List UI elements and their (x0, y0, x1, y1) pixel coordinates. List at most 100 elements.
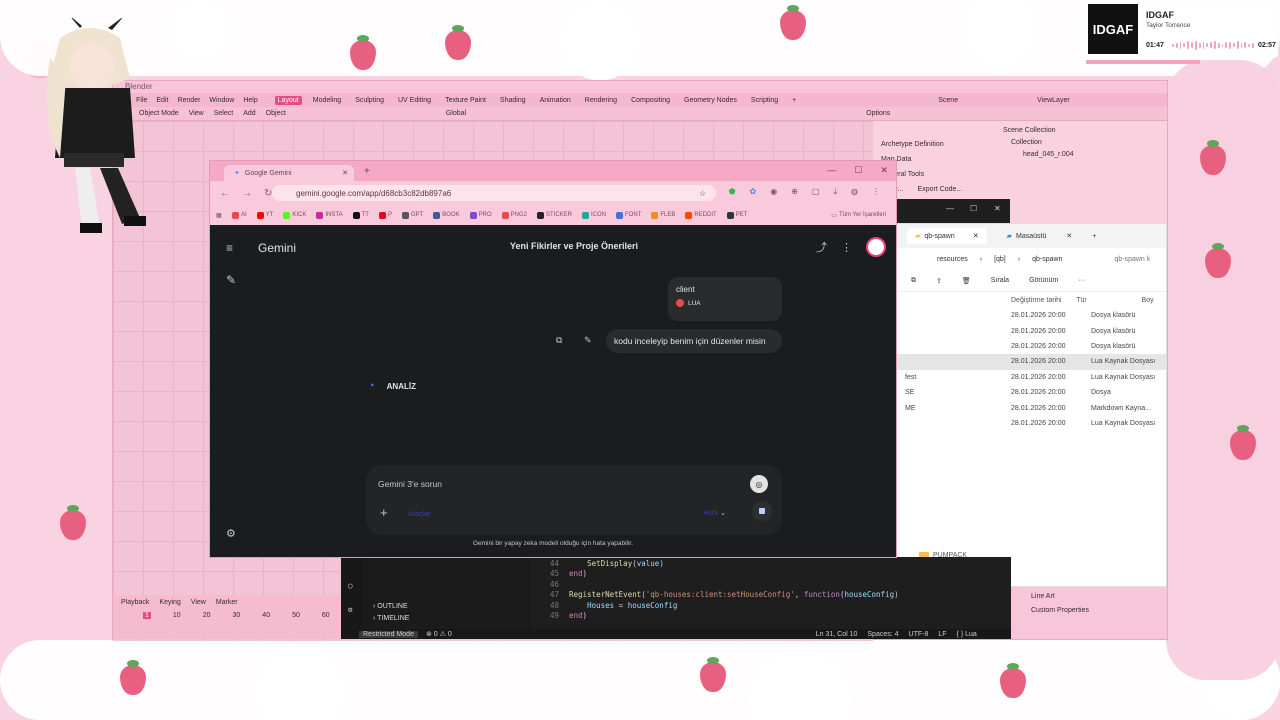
code-line[interactable]: 45 end) (537, 569, 899, 579)
bookmark-star-icon[interactable]: ☆ (699, 189, 706, 198)
workspace-tab[interactable]: Rendering (582, 96, 620, 105)
minimize-icon[interactable]: — (827, 165, 836, 176)
outliner-item[interactable]: Scene Collection (1003, 125, 1159, 137)
view-button[interactable]: Görünüm (1029, 277, 1058, 284)
problems-indicator[interactable]: ⊗ 0 ⚠ 0 (426, 630, 452, 638)
bookmark-item[interactable]: INSTA (316, 211, 343, 219)
explorer-tab[interactable]: ▰ Masaüstü ✕ (999, 228, 1081, 244)
maximize-icon[interactable]: ☐ (970, 204, 977, 213)
code-line[interactable]: 47 RegisterNetEvent('qb-houses:client:set… (537, 590, 899, 600)
file-row[interactable]: ME 28.01.2026 20:00 Markdown Kayna... (897, 400, 1166, 415)
cursor-position[interactable]: Ln 31, Col 10 (816, 631, 858, 638)
gemini-live-icon[interactable]: ◎ (750, 475, 768, 493)
bookmark-item[interactable]: P (378, 211, 392, 219)
n-panel-item[interactable]: Archetype Definition (881, 141, 989, 156)
outliner-item[interactable]: Collection (1003, 137, 1159, 149)
more-icon[interactable]: ··· (1078, 277, 1085, 284)
attached-file-chip[interactable]: client LUA (668, 277, 782, 321)
bookmark-item[interactable]: TT (352, 211, 369, 219)
workspace-tab[interactable]: Texture Paint (442, 96, 489, 105)
outliner-item[interactable]: head_045_r.004 (1003, 149, 1159, 161)
bookmark-item[interactable]: PET (726, 211, 747, 219)
bookmark-item[interactable]: YT (256, 211, 273, 219)
new-chat-icon[interactable]: ✎ (226, 273, 236, 287)
indentation[interactable]: Spaces: 4 (867, 631, 898, 638)
download-icon[interactable]: ⤓ (833, 187, 837, 197)
file-row[interactable]: SE 28.01.2026 20:00 Dosya (897, 385, 1166, 400)
marker-menu[interactable]: Marker (216, 599, 238, 606)
bookmark-item[interactable]: REDDIT (685, 211, 717, 219)
delete-icon[interactable]: 🗑 (962, 277, 971, 285)
bookmark-item[interactable]: FLEB (651, 211, 675, 219)
search-box[interactable]: qb-spawn k (1114, 256, 1150, 263)
playback-menu[interactable]: Playback (121, 599, 149, 606)
share-icon[interactable]: ⤴ (816, 239, 827, 255)
column-header[interactable]: Değiştirme tarihi (1011, 297, 1076, 304)
add-attachment-icon[interactable]: + (380, 505, 388, 520)
breadcrumb-item[interactable]: resources (937, 256, 968, 263)
scene-selector[interactable]: Scene (938, 97, 958, 104)
breadcrumb-item[interactable]: qb-spawn (1032, 256, 1062, 263)
close-icon[interactable]: ✕ (973, 232, 979, 240)
gemini-brand[interactable]: Gemini (258, 241, 296, 255)
file-row[interactable]: 28.01.2026 20:00 Dosya klasörü (897, 339, 1166, 354)
model-selector[interactable]: Hızlı ⌄ (704, 509, 726, 517)
workspace-tab[interactable]: Modeling (310, 96, 344, 105)
new-tab-icon[interactable]: + (364, 166, 370, 177)
settings-gear-icon[interactable]: ⚙ (226, 527, 236, 540)
profile-icon[interactable]: ◍ (851, 187, 858, 197)
stop-button[interactable] (752, 501, 772, 521)
add-menu[interactable]: Add (243, 110, 255, 117)
back-icon[interactable]: ← (220, 188, 230, 199)
apps-icon[interactable]: ▦ (216, 212, 222, 219)
properties-item[interactable]: Custom Properties (1031, 607, 1153, 621)
all-bookmarks[interactable]: ▭ Tüm Yer İşaretleri (831, 212, 886, 219)
add-workspace-icon[interactable]: + (789, 96, 799, 105)
edit-icon[interactable]: ✎ (584, 335, 592, 346)
menu-render[interactable]: Render (177, 97, 200, 104)
close-icon[interactable]: ✕ (1066, 232, 1072, 240)
extension-icon[interactable]: ⬟ (729, 187, 736, 197)
select-menu[interactable]: Select (214, 110, 233, 117)
file-row[interactable]: 28.01.2026 20:00 Lua Kaynak Dosyası (897, 354, 1166, 370)
menu-help[interactable]: Help (243, 97, 257, 104)
outline-section[interactable]: › OUTLINE (373, 603, 408, 610)
workspace-tab[interactable]: Animation (537, 96, 574, 105)
browser-tab[interactable]: ✦ Google Gemini ✕ (224, 165, 354, 181)
options-button[interactable]: Options (866, 110, 890, 117)
extension-icon[interactable]: ◉ (770, 187, 777, 197)
restricted-mode-badge[interactable]: Restricted Mode (359, 630, 418, 638)
keying-menu[interactable]: Keying (159, 599, 180, 606)
workspace-tab[interactable]: UV Editing (395, 96, 434, 105)
more-options-icon[interactable]: ⋮ (841, 241, 852, 254)
file-row[interactable]: 28.01.2026 20:00 Dosya klasörü (897, 308, 1166, 323)
settings-gear-icon[interactable]: ⚙ (348, 605, 353, 614)
sort-button[interactable]: Sırala (991, 277, 1009, 284)
new-tab-icon[interactable]: + (1092, 233, 1096, 240)
minimize-icon[interactable]: — (946, 204, 954, 213)
bookmark-item[interactable]: PRO (469, 211, 492, 219)
forward-icon[interactable]: → (242, 188, 252, 199)
prompt-input[interactable]: Gemini 3'e sorun (378, 479, 442, 489)
workspace-tab[interactable]: Scripting (748, 96, 781, 105)
workspace-tab[interactable]: Compositing (628, 96, 673, 105)
extension-icon[interactable]: ✿ (750, 187, 757, 197)
file-row[interactable]: 28.01.2026 20:00 Lua Kaynak Dosyası (897, 416, 1166, 431)
bookmark-item[interactable]: STICKER (537, 211, 572, 219)
bookmark-item[interactable]: AI (232, 211, 247, 219)
export-code-button[interactable]: Export Code... (918, 186, 963, 193)
file-row[interactable]: 28.01.2026 20:00 Dosya klasörü (897, 323, 1166, 338)
puzzle-icon[interactable]: ▢ (812, 187, 820, 197)
language-mode[interactable]: { } Lua (957, 631, 977, 638)
tools-button[interactable]: Araçlar (408, 511, 430, 518)
timeline-view-menu[interactable]: View (191, 599, 206, 606)
menu-icon[interactable]: ⋮ (872, 187, 880, 197)
bookmark-item[interactable]: GPT (401, 211, 423, 219)
bookmark-item[interactable]: ICON (582, 211, 606, 219)
menu-window[interactable]: Window (209, 97, 234, 104)
close-tab-icon[interactable]: ✕ (342, 169, 348, 177)
column-header[interactable]: Boy (1142, 297, 1166, 304)
properties-item[interactable]: Line Art (1031, 593, 1153, 607)
avatar[interactable] (866, 237, 886, 257)
close-icon[interactable]: ✕ (880, 165, 888, 176)
